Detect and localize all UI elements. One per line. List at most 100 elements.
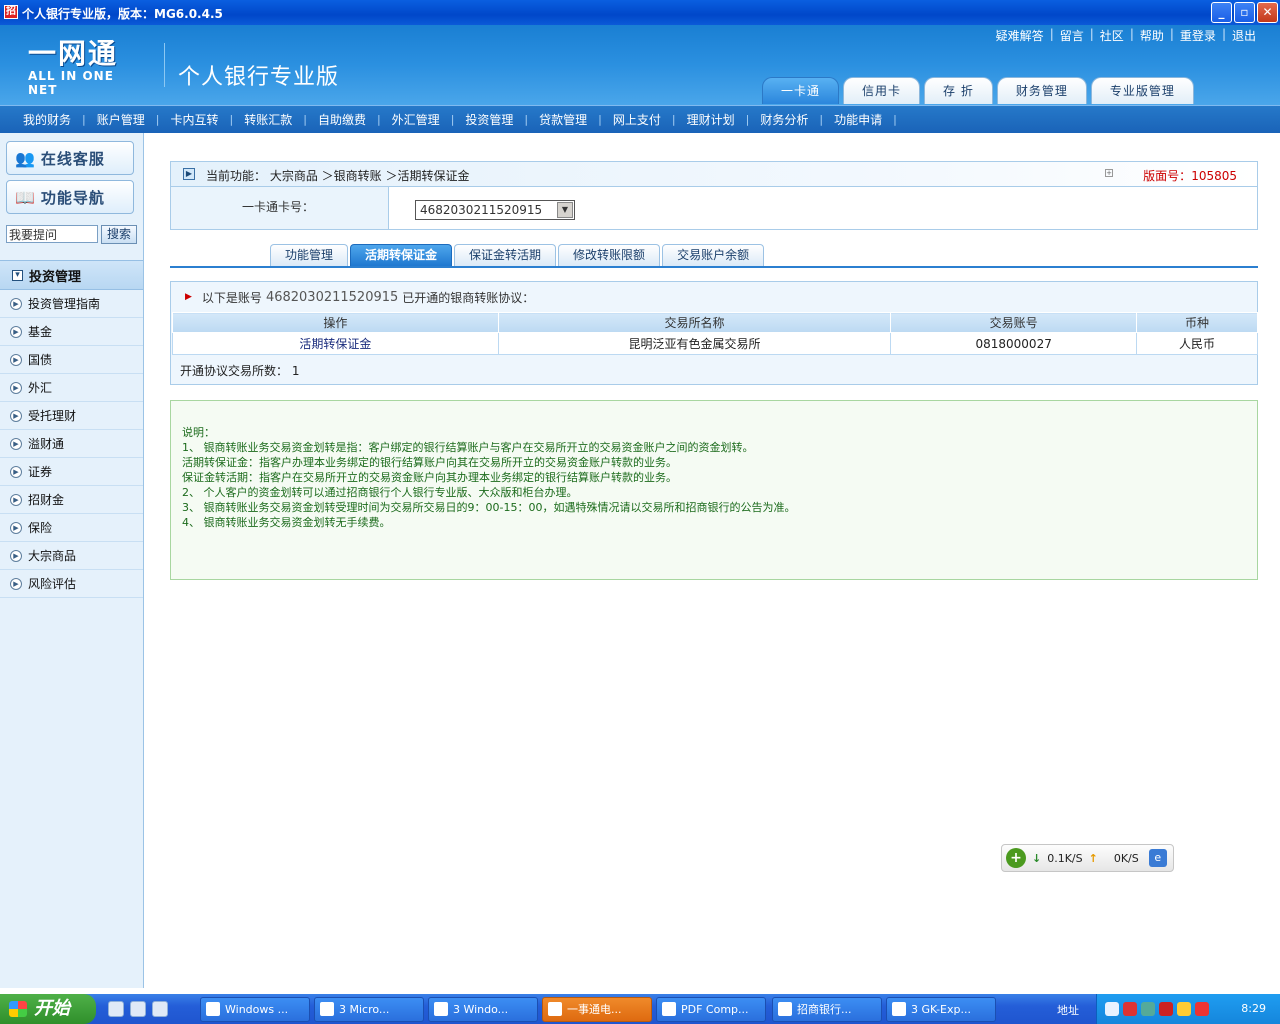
sidebar-item[interactable]: ▶ 受托理财 <box>0 402 143 430</box>
sidebar-item[interactable]: ▶ 风险评估 <box>0 570 143 598</box>
window-title: 个人银行专业版，版本：MG6.0.4.5 <box>22 7 223 21</box>
menu-item[interactable]: 自助缴费 <box>307 111 377 128</box>
menu-item[interactable]: 转账汇款 <box>233 111 303 128</box>
title-bar: 招 个人银行专业版，版本：MG6.0.4.5 _ ▫ ✕ <box>0 0 1280 25</box>
sub-tab[interactable]: 修改转账限额 <box>558 244 661 266</box>
function-nav-button[interactable]: 📖 功能导航 <box>6 180 134 214</box>
top-link[interactable]: 疑难解答 <box>992 27 1048 44</box>
search-button[interactable]: 搜索 <box>101 225 137 244</box>
sub-tab[interactable]: 活期转保证金 <box>350 244 453 266</box>
top-link[interactable]: 留言 <box>1056 27 1088 44</box>
main-tab[interactable]: 财务管理 <box>996 77 1087 104</box>
card-select[interactable]: 4682030211520915 ▼ <box>415 200 575 220</box>
tray-chat-icon[interactable] <box>1141 1002 1155 1016</box>
quicklaunch-browser-icon[interactable] <box>108 1001 124 1017</box>
speed-widget[interactable]: + ↓ 0.1K/S ↑ 0K/S e <box>1001 844 1174 872</box>
play-icon: ▶ <box>10 437 22 450</box>
link-separator: | <box>1089 27 1094 41</box>
tray-bank-icon[interactable] <box>1123 1002 1137 1016</box>
table-row: 活期转保证金 昆明泛亚有色金属交易所 0818000027 人民币 <box>172 332 1258 355</box>
sidebar-item-label: 外汇 <box>28 381 53 395</box>
taskbar-task[interactable]: 3 Micro... <box>314 997 424 1022</box>
breadcrumb: ▶ 当前功能： 大宗商品 ＞银商转账 ＞活期转保证金 + 版面号：105805 <box>170 161 1258 187</box>
quicklaunch-media-icon[interactable] <box>152 1001 168 1017</box>
search-input[interactable]: 我要提问 <box>6 225 98 243</box>
chevron-down-icon[interactable]: ▼ <box>557 202 573 218</box>
main-tab[interactable]: 专业版管理 <box>1090 77 1194 104</box>
action-link[interactable]: 活期转保证金 <box>172 332 499 355</box>
task-label: Windows ... <box>225 1003 289 1016</box>
menu-item[interactable]: 财务分析 <box>749 111 819 128</box>
sidebar-item[interactable]: ▶ 溢财通 <box>0 430 143 458</box>
taskbar-task[interactable]: 3 GK-Exp... <box>886 997 996 1022</box>
sidebar-item-label: 证券 <box>28 465 53 479</box>
close-button[interactable]: ✕ <box>1257 2 1278 23</box>
note-line: 保证金转活期：指客户在交易所开立的交易资金账户向其办理本业务绑定的银行结算账户转… <box>182 471 677 484</box>
sidebar-item[interactable]: ▶ 证券 <box>0 458 143 486</box>
menu-item[interactable]: 贷款管理 <box>528 111 598 128</box>
sidebar-item[interactable]: ▶ 招财金 <box>0 486 143 514</box>
taskbar-task[interactable]: PDF Comp... <box>656 997 766 1022</box>
sidebar-item[interactable]: ▶ 保险 <box>0 514 143 542</box>
sidebar-item[interactable]: ▶ 基金 <box>0 318 143 346</box>
browser-icon[interactable]: e <box>1148 849 1167 867</box>
menu-item[interactable]: 我的财务 <box>12 111 82 128</box>
main-tab[interactable]: 信用卡 <box>843 77 921 104</box>
top-link[interactable]: 帮助 <box>1136 27 1168 44</box>
sub-tab[interactable]: 交易账户余额 <box>662 244 765 266</box>
menu-item[interactable]: 理财计划 <box>676 111 746 128</box>
sub-tab[interactable]: 保证金转活期 <box>454 244 557 266</box>
tray-network-icon[interactable] <box>1105 1002 1119 1016</box>
sidebar-item[interactable]: ▶ 外汇 <box>0 374 143 402</box>
task-icon <box>662 1002 676 1016</box>
play-icon: ▶ <box>10 325 22 338</box>
maximize-button[interactable]: ▫ <box>1234 2 1255 23</box>
table-cell: 昆明泛亚有色金属交易所 <box>497 332 892 355</box>
section-investment[interactable]: ▾ 投资管理 <box>0 260 143 290</box>
main-tab[interactable]: 存 折 <box>924 77 993 104</box>
quicklaunch-desktop-icon[interactable] <box>130 1001 146 1017</box>
sidebar-item[interactable]: ▶ 投资管理指南 <box>0 290 143 318</box>
online-service-button[interactable]: 👥 在线客服 <box>6 141 134 175</box>
top-link[interactable]: 社区 <box>1096 27 1128 44</box>
menu-item[interactable]: 功能申请 <box>823 111 893 128</box>
play-icon: ▶ <box>10 409 22 422</box>
menu-item[interactable]: 卡内互转 <box>159 111 229 128</box>
section-title: 投资管理 <box>29 269 82 285</box>
intro-suffix: 已开通的银商转账协议： <box>402 290 535 305</box>
link-separator: | <box>1049 27 1054 41</box>
menu-item[interactable]: 网上支付 <box>602 111 672 128</box>
taskbar-task[interactable]: Windows ... <box>200 997 310 1022</box>
agreements-header: ▶ 以下是账号 4682030211520915 已开通的银商转账协议： <box>171 282 1257 312</box>
play-icon: ▶ <box>10 297 22 310</box>
tray-shield-icon[interactable] <box>1159 1002 1173 1016</box>
sub-tab[interactable]: 功能管理 <box>270 244 349 266</box>
start-button[interactable]: 开始 <box>0 994 96 1024</box>
sidebar-item[interactable]: ▶ 国债 <box>0 346 143 374</box>
top-link[interactable]: 退出 <box>1228 27 1260 44</box>
menu-item[interactable]: 外汇管理 <box>381 111 451 128</box>
sidebar-item-label: 风险评估 <box>28 577 77 591</box>
tray-security-icon[interactable] <box>1177 1002 1191 1016</box>
note-line: 1、 银商转账业务交易资金划转是指：客户绑定的银行结算账户与客户在交易所开立的交… <box>182 441 754 454</box>
taskbar-task[interactable]: 招商银行... <box>772 997 882 1022</box>
task-icon <box>320 1002 334 1016</box>
main-tabs: 一卡通 信用卡存 折财务管理 专业版管理 <box>762 77 1194 104</box>
main-tab[interactable]: 一卡通 <box>762 77 840 104</box>
sidebar-item[interactable]: ▶ 大宗商品 <box>0 542 143 570</box>
expand-icon[interactable]: + <box>1105 169 1113 177</box>
menu-item[interactable]: 账户管理 <box>86 111 156 128</box>
taskbar-task[interactable]: 一事通电... <box>542 997 652 1022</box>
top-link[interactable]: 重登录 <box>1176 27 1220 44</box>
sidebar-item-label: 投资管理指南 <box>28 297 101 311</box>
online-service-label: 在线客服 <box>40 149 105 168</box>
upload-speed: 0K/S <box>1113 851 1139 865</box>
card-row: 一卡通卡号： 4682030211520915 ▼ <box>170 187 1258 230</box>
taskbar-task[interactable]: 3 Windo... <box>428 997 538 1022</box>
tray-block-icon[interactable] <box>1195 1002 1209 1016</box>
play-icon: ▶ <box>10 353 22 366</box>
menu-item[interactable]: 投资管理 <box>454 111 524 128</box>
minimize-button[interactable]: _ <box>1211 2 1232 23</box>
windows-flag-icon <box>9 1001 27 1017</box>
quick-launch <box>108 1001 168 1017</box>
